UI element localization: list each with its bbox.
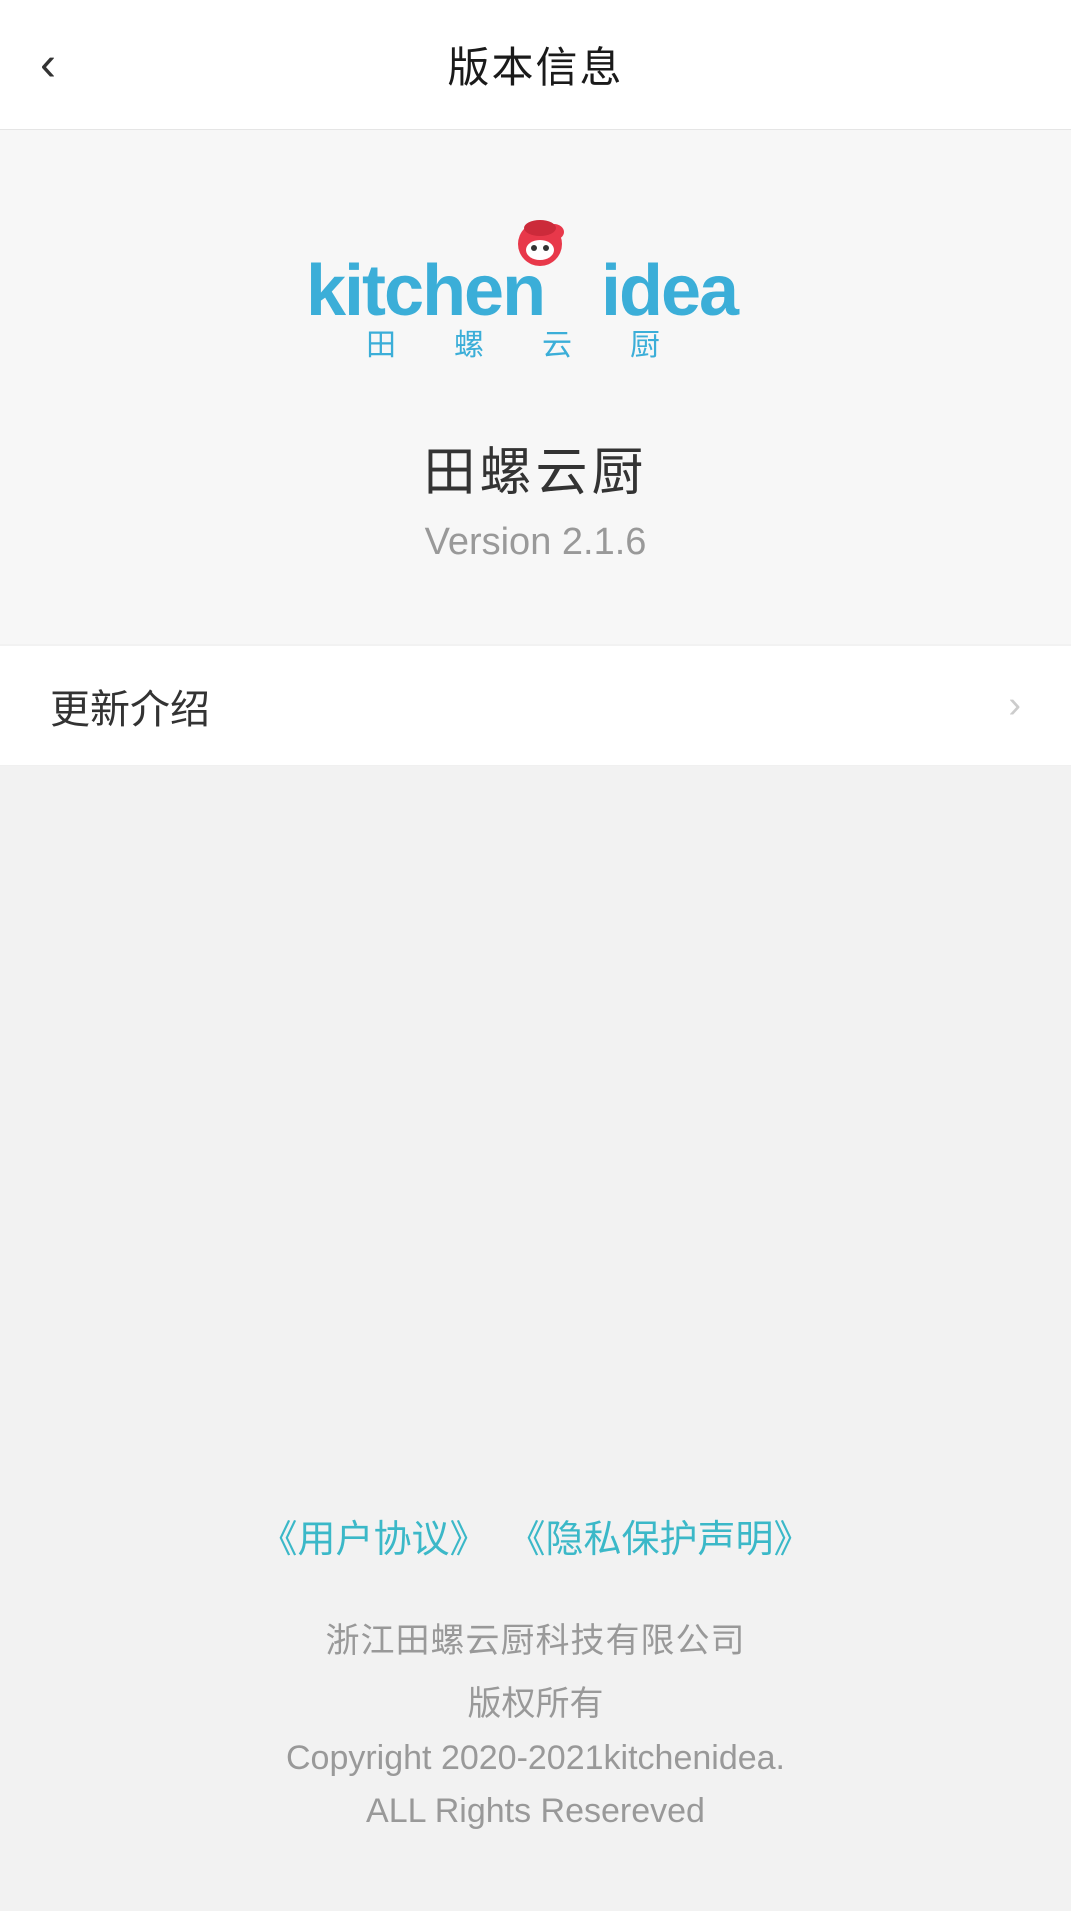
privacy-policy-link[interactable]: 《隐私保护声明》: [508, 1508, 812, 1563]
svg-text:田 螺 云 厨: 田 螺 云 厨: [366, 329, 674, 362]
svg-text:kitchen: kitchen: [306, 251, 544, 331]
user-agreement-link[interactable]: 《用户协议》: [259, 1508, 487, 1563]
footer-links: 《用户协议》 《隐私保护声明》: [259, 1508, 811, 1563]
footer: 《用户协议》 《隐私保护声明》 浙江田螺云厨科技有限公司 版权所有 Copyri…: [0, 1448, 1071, 1911]
footer-copyright: Copyright 2020-2021kitchenidea.: [286, 1739, 785, 1778]
footer-company: 浙江田螺云厨科技有限公司: [326, 1613, 746, 1662]
chevron-right-icon: ›: [1008, 684, 1021, 727]
header: ‹ 版本信息: [0, 0, 1071, 130]
menu-section: 更新介绍 ›: [0, 646, 1071, 766]
app-version: Version 2.1.6: [425, 521, 647, 564]
logo-section: kitchen idea 田 螺 云 厨 田螺云厨 Version 2.1.6: [0, 130, 1071, 644]
gray-area: [0, 766, 1071, 1448]
footer-rights: 版权所有: [468, 1676, 604, 1725]
logo-image: kitchen idea 田 螺 云 厨: [306, 210, 766, 370]
page-title: 版本信息: [447, 34, 623, 95]
back-button[interactable]: ‹: [40, 41, 56, 89]
footer-all-rights: ALL Rights Resereved: [366, 1792, 705, 1831]
logo-container: kitchen idea 田 螺 云 厨: [306, 210, 766, 370]
update-intro-label: 更新介绍: [50, 677, 210, 735]
update-intro-item[interactable]: 更新介绍 ›: [0, 646, 1071, 766]
svg-text:idea: idea: [601, 251, 740, 331]
app-name: 田螺云厨: [423, 430, 647, 505]
